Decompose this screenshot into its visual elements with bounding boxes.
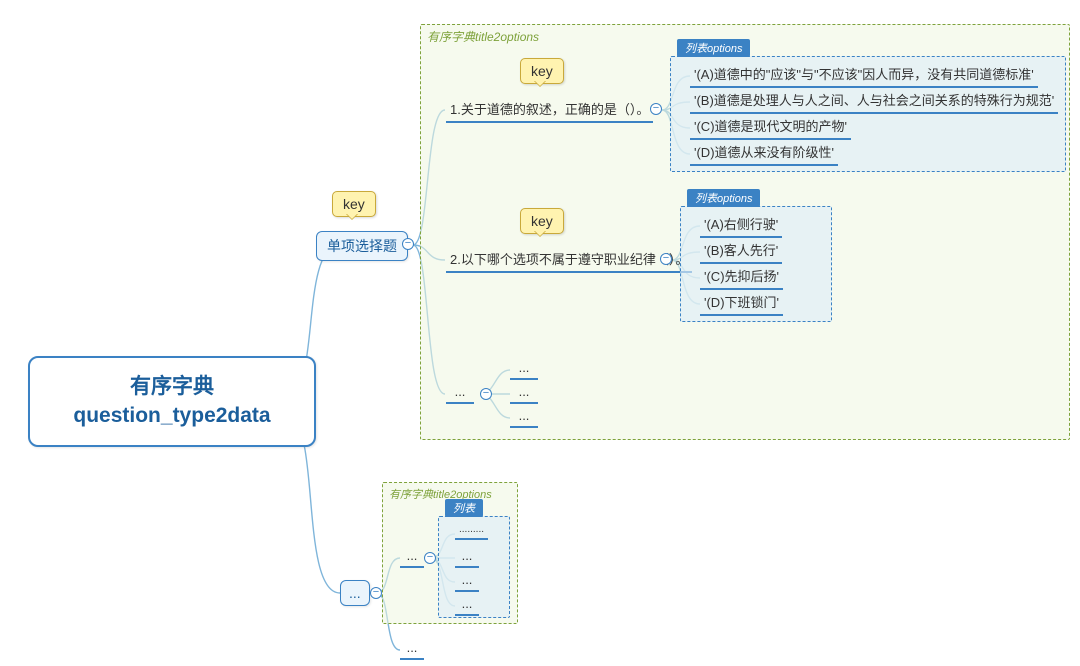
option-q1-d[interactable]: '(D)道德从来没有阶级性' [690,140,838,166]
node-ellipsis[interactable]: ... [510,382,538,404]
root-node[interactable]: 有序字典 question_type2data [28,356,316,447]
option-q2-d[interactable]: '(D)下班锁门' [700,290,783,316]
option-q1-c[interactable]: '(C)道德是现代文明的产物' [690,114,851,140]
option-q2-c[interactable]: '(C)先抑后扬' [700,264,783,290]
key-callout-q2: key [520,208,564,234]
node-ellipsis[interactable]: ... [455,570,479,592]
node-ellipsis[interactable]: ... [510,358,538,380]
root-label-2: question_type2data [73,404,270,427]
collapse-icon[interactable] [402,238,414,250]
node-ellipsis[interactable]: ... [400,638,424,660]
node-question-1[interactable]: 1.关于道德的叙述，正确的是（）。 [446,97,653,123]
node-question-2[interactable]: 2.以下哪个选项不属于遵守职业纪律（）。 [446,247,692,273]
collapse-icon[interactable] [650,103,662,115]
node-more-questions[interactable]: ... [446,382,474,404]
collapse-icon[interactable] [480,388,492,400]
key-callout-root: key [332,191,376,217]
option-q2-a[interactable]: '(A)右侧行驶' [700,212,782,238]
key-callout-q1: key [520,58,564,84]
node-ellipsis[interactable]: ... [455,546,479,568]
option-q2-b[interactable]: '(B)客人先行' [700,238,782,264]
mindmap-canvas: 有序字典 question_type2data key 单项选择题 有序字典ti… [0,0,1080,666]
node-question-type-single[interactable]: 单项选择题 [316,231,408,261]
collapse-icon[interactable] [660,253,672,265]
node-ellipsis[interactable]: ......... [455,522,488,540]
node-ellipsis[interactable]: ... [455,594,479,616]
node-question-type-more[interactable]: ... [340,580,370,606]
node-ellipsis[interactable]: ... [510,406,538,428]
option-q1-a[interactable]: '(A)道德中的"应该"与"不应该"因人而异，没有共同道德标准' [690,62,1038,88]
node-ellipsis[interactable]: ... [400,546,424,568]
root-label-1: 有序字典 [130,375,214,398]
collapse-icon[interactable] [370,587,382,599]
collapse-icon[interactable] [424,552,436,564]
option-q1-b[interactable]: '(B)道德是处理人与人之间、人与社会之间关系的特殊行为规范' [690,88,1058,114]
